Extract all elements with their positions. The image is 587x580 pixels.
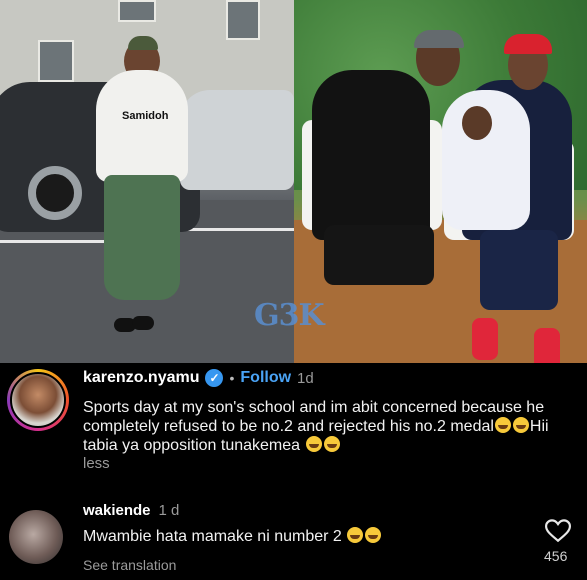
white-hoodie <box>96 70 188 182</box>
building-window <box>38 40 74 82</box>
follow-button[interactable]: Follow <box>240 369 291 387</box>
car-wheel <box>28 166 82 220</box>
building-window <box>226 0 260 40</box>
photo-family-sports-day <box>294 0 587 363</box>
child-face <box>462 106 492 140</box>
man-black-tracksuit <box>312 70 430 240</box>
laughing-emoji-icon <box>323 436 340 452</box>
woman-legs <box>480 230 558 310</box>
post-time: 1d <box>297 369 314 387</box>
building-window <box>118 0 156 22</box>
post-header: karenzo.nyamu ✓ • Follow 1d <box>83 369 314 387</box>
username-link[interactable]: karenzo.nyamu <box>83 369 199 387</box>
man-legs <box>324 225 434 285</box>
laughing-emoji-icon <box>365 527 382 543</box>
red-cap <box>504 34 552 54</box>
red-shoe <box>472 318 498 360</box>
laughing-emoji-icon <box>512 417 529 433</box>
white-car <box>180 90 294 190</box>
comment-text: Mwambie hata mamake ni number 2 <box>83 527 382 546</box>
laughing-emoji-icon <box>305 436 322 452</box>
comment-avatar[interactable] <box>9 510 63 564</box>
comment-time: 1 d <box>158 502 180 519</box>
comment-username[interactable]: wakiende <box>83 502 151 519</box>
caption-text: Sports day at my son's school and im abi… <box>83 399 545 435</box>
laughing-emoji-icon <box>347 527 364 543</box>
avatar-image <box>10 372 66 428</box>
man-cap <box>414 30 464 48</box>
post-caption: Sports day at my son's school and im abi… <box>83 398 578 455</box>
laughing-emoji-icon <box>494 417 511 433</box>
see-translation-link[interactable]: See translation <box>83 557 176 573</box>
comment-body: Mwambie hata mamake ni number 2 <box>83 528 342 545</box>
like-count: 456 <box>544 548 568 564</box>
less-link[interactable]: less <box>83 455 110 472</box>
separator-dot: • <box>229 370 235 386</box>
red-shoe <box>534 328 560 363</box>
parking-line <box>0 240 120 243</box>
woman-cap <box>128 36 158 50</box>
watermark-logo: G3K <box>254 298 325 333</box>
post-caption-section: karenzo.nyamu ✓ • Follow 1d Sports day a… <box>0 363 587 580</box>
comment-header: wakiende 1 d <box>83 502 179 519</box>
hoodie-logo: Samidoh <box>122 110 169 122</box>
shoe <box>132 316 154 330</box>
avatar[interactable] <box>7 369 69 431</box>
heart-icon[interactable] <box>545 519 571 543</box>
photo-woman-parking-lot: Samidoh <box>0 0 294 363</box>
post-photos: Samidoh G3K <box>0 0 587 363</box>
verified-badge-icon: ✓ <box>205 369 224 387</box>
green-pants <box>104 175 180 300</box>
